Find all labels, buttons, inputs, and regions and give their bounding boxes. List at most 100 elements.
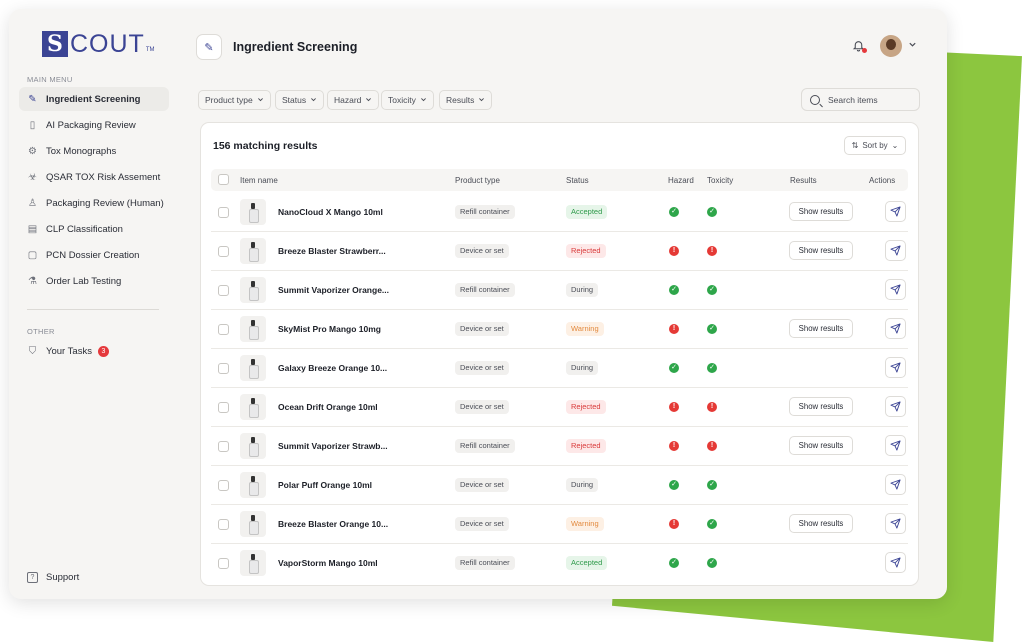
show-results-button[interactable]: Show results [789,319,853,338]
bottle-icon: ▯ [29,119,36,131]
filter-product-type[interactable]: Product type [198,90,271,110]
row-checkbox[interactable] [218,402,229,413]
sort-by-button[interactable]: ⇅ Sort by ⌄ [844,136,906,155]
send-icon[interactable] [885,279,906,300]
send-icon[interactable] [885,513,906,534]
table-row[interactable]: Breeze Blaster Strawberr... Device or set… [211,232,908,271]
status-badge: Warning [566,517,604,531]
column-status[interactable]: Status [566,176,589,185]
chevron-down-icon [365,96,372,105]
biohazard-icon: ☣ [28,171,37,183]
status-badge: Warning [566,322,604,336]
row-checkbox[interactable] [218,207,229,218]
item-name[interactable]: Summit Vaporizer Strawb... [278,441,388,451]
table-row[interactable]: VaporStorm Mango 10ml Refill container Acc… [211,544,908,583]
item-name[interactable]: VaporStorm Mango 10ml [278,558,378,568]
send-icon[interactable] [885,396,906,417]
item-name[interactable]: Summit Vaporizer Orange... [278,285,389,295]
scout-logo[interactable]: S COUT TM [42,30,155,58]
send-icon[interactable] [885,357,906,378]
send-icon[interactable] [885,201,906,222]
item-name[interactable]: Ocean Drift Orange 10ml [278,402,378,412]
chevron-down-icon [257,96,264,105]
product-type-tag: Device or set [455,478,509,492]
item-name[interactable]: Breeze Blaster Strawberr... [278,246,386,256]
row-checkbox[interactable] [218,558,229,569]
row-checkbox[interactable] [218,519,229,530]
sidebar-item-order-lab-testing[interactable]: ⚗ Order Lab Testing [19,269,169,293]
sidebar-item-your-tasks[interactable]: ⛉ Your Tasks 3 [19,339,169,363]
other-label: OTHER [27,327,55,336]
item-name[interactable]: Polar Puff Orange 10ml [278,480,372,490]
search-input[interactable] [828,94,913,105]
filter-hazard[interactable]: Hazard [327,90,380,110]
table-row[interactable]: Galaxy Breeze Orange 10... Device or set D… [211,349,908,388]
sidebar-item-packaging-review-human[interactable]: ♙ Packaging Review (Human) [19,191,169,215]
item-name[interactable]: Breeze Blaster Orange 10... [278,519,388,529]
table-row[interactable]: SkyMist Pro Mango 10mg Device or set Warni… [211,310,908,349]
filter-results[interactable]: Results [439,90,493,110]
sidebar-item-label: Order Lab Testing [46,275,122,287]
chevron-down-icon [420,96,427,105]
table-row[interactable]: Polar Puff Orange 10ml Device or set Durin… [211,466,908,505]
show-results-button[interactable]: Show results [789,397,853,416]
show-results-button[interactable]: Show results [789,241,853,260]
column-actions: Actions [869,176,896,185]
filter-toxicity[interactable]: Toxicity [381,90,434,110]
status-badge: Rejected [566,439,606,453]
send-icon[interactable] [885,240,906,261]
send-icon[interactable] [885,318,906,339]
item-name[interactable]: NanoCloud X Mango 10ml [278,207,383,217]
row-checkbox[interactable] [218,480,229,491]
row-checkbox[interactable] [218,324,229,335]
show-results-button[interactable]: Show results [789,436,853,455]
document-check-icon: ▤ [27,223,38,235]
sidebar-item-clp-classification[interactable]: ▤ CLP Classification [19,217,169,241]
pipette-icon: ✎ [28,93,37,105]
sidebar-item-ingredient-screening[interactable]: ✎ Ingredient Screening [19,87,169,111]
status-badge: During [566,478,599,492]
product-thumbnail [240,511,266,537]
sidebar-item-qsar-tox-risk-assement[interactable]: ☣ QSAR TOX Risk Assement [19,165,169,189]
column-item-name[interactable]: Item name [240,176,278,185]
tasks-count-badge: 3 [97,345,109,357]
column-toxicity[interactable]: Toxicity [707,176,733,185]
send-icon[interactable] [885,435,906,456]
show-results-button[interactable]: Show results [789,202,853,221]
table-row[interactable]: Ocean Drift Orange 10ml Device or set Reje… [211,388,908,427]
sidebar-item-label: PCN Dossier Creation [46,249,140,261]
row-checkbox[interactable] [218,363,229,374]
product-thumbnail [240,433,266,459]
send-icon[interactable] [885,552,906,573]
column-product-type[interactable]: Product type [455,176,500,185]
item-name[interactable]: Galaxy Breeze Orange 10... [278,363,387,373]
sidebar-item-tox-monographs[interactable]: ⚙ Tox Monographs [19,139,169,163]
select-all-checkbox[interactable] [218,174,229,185]
status-badge: Rejected [566,400,606,414]
sidebar-item-pcn-dossier-creation[interactable]: ▢ PCN Dossier Creation [19,243,169,267]
item-name[interactable]: SkyMist Pro Mango 10mg [278,324,381,334]
filter-status[interactable]: Status [275,90,325,110]
status-badge: Rejected [566,244,606,258]
toxicity-check-icon: ✓ [707,480,717,490]
column-hazard[interactable]: Hazard [668,176,694,185]
search-box[interactable] [801,88,920,111]
row-checkbox[interactable] [218,441,229,452]
chevron-down-icon[interactable] [908,40,917,51]
sidebar-divider [27,309,159,310]
shield-check-icon: ⛉ [28,345,37,357]
table-row[interactable]: Summit Vaporizer Strawb... Refill contain… [211,427,908,466]
row-checkbox[interactable] [218,246,229,257]
user-icon: ♙ [28,197,37,209]
product-thumbnail [240,199,266,225]
sidebar-item-ai-packaging-review[interactable]: ▯ AI Packaging Review [19,113,169,137]
send-icon[interactable] [885,474,906,495]
table-row[interactable]: NanoCloud X Mango 10ml Refill container Ac… [211,193,908,232]
table-row[interactable]: Breeze Blaster Orange 10... Device or set… [211,505,908,544]
support-link[interactable]: ? Support [27,572,79,583]
row-checkbox[interactable] [218,285,229,296]
avatar[interactable] [880,35,902,57]
column-results[interactable]: Results [790,176,817,185]
table-row[interactable]: Summit Vaporizer Orange... Refill contain… [211,271,908,310]
show-results-button[interactable]: Show results [789,514,853,533]
